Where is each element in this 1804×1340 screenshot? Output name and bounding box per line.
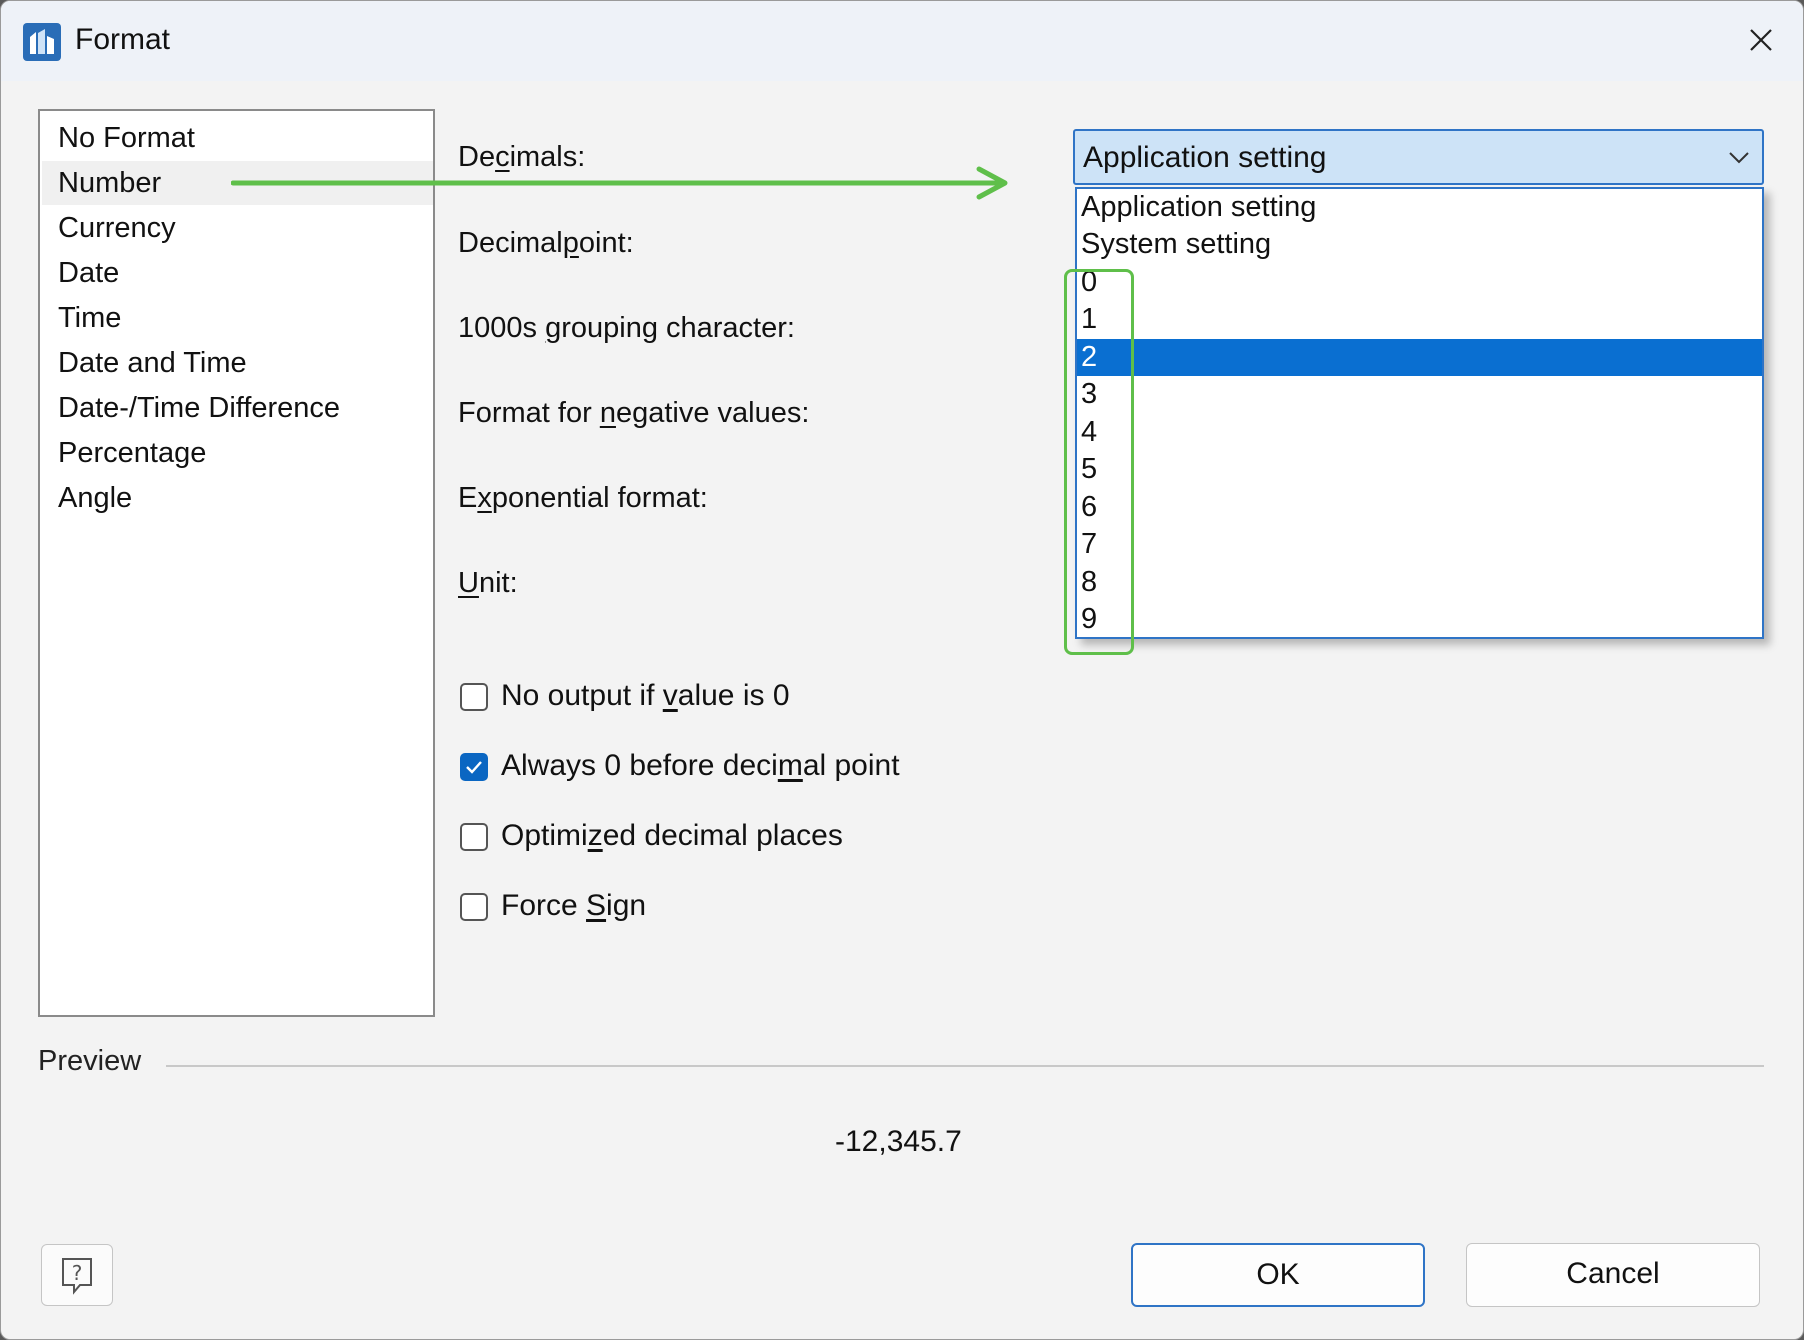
always-zero-label[interactable]: Always 0 before decimal point [501,749,900,783]
dropdown-option-8[interactable]: 8 [1077,564,1762,601]
close-button[interactable] [1733,15,1787,65]
app-icon [23,23,61,61]
category-time[interactable]: Time [42,296,433,340]
optimized-decimals-checkbox[interactable] [460,823,488,851]
dropdown-option-7[interactable]: 7 [1077,526,1762,563]
dropdown-option-6[interactable]: 6 [1077,489,1762,526]
category-date-and-time[interactable]: Date and Time [42,341,433,385]
preview-value: -12,345.7 [835,1125,962,1158]
category-date[interactable]: Date [42,251,433,295]
dropdown-option-4[interactable]: 4 [1077,414,1762,451]
window-title: Format [75,23,171,56]
dropdown-option-system-setting[interactable]: System setting [1077,226,1762,263]
decimals-combobox[interactable]: Application setting [1073,129,1764,185]
annotation-arrow [231,166,1008,200]
decimals-dropdown-list[interactable]: Application setting System setting 0 1 2… [1075,187,1764,639]
dropdown-option-application-setting[interactable]: Application setting [1077,189,1762,226]
always-zero-checkbox[interactable] [460,753,488,781]
preview-label: Preview [38,1045,142,1077]
chevron-down-icon [1729,152,1749,164]
title-bar: Format [1,1,1803,81]
optimized-decimals-label[interactable]: Optimized decimal places [501,819,843,853]
help-icon: ? [62,1258,92,1295]
help-button[interactable]: ? [41,1244,113,1306]
no-output-label[interactable]: No output if value is 0 [501,679,790,713]
category-percentage[interactable]: Percentage [42,431,433,475]
decimalpoint-label: Decimalpoint: [458,227,634,259]
dropdown-option-1[interactable]: 1 [1077,301,1762,338]
dropdown-option-3[interactable]: 3 [1077,376,1762,413]
exponential-format-label: Exponential format: [458,482,708,514]
ok-button[interactable]: OK [1131,1243,1425,1307]
checkmark-icon [466,761,482,774]
dropdown-option-2[interactable]: 2 [1077,339,1762,376]
cancel-button[interactable]: Cancel [1466,1243,1760,1307]
dropdown-option-5[interactable]: 5 [1077,451,1762,488]
decimals-selected-value: Application setting [1083,141,1327,174]
svg-text:?: ? [72,1261,83,1285]
format-dialog: Format No Format Number Currency Date Ti… [0,0,1804,1340]
preview-divider [166,1065,1764,1067]
no-output-checkbox[interactable] [460,683,488,711]
category-angle[interactable]: Angle [42,476,433,520]
negative-values-label: Format for negative values: [458,397,810,429]
close-icon [1750,29,1772,51]
grouping-character-label: 1000s grouping character: [458,312,795,344]
force-sign-checkbox[interactable] [460,893,488,921]
force-sign-label[interactable]: Force Sign [501,889,646,923]
category-no-format[interactable]: No Format [42,116,433,160]
category-date-time-difference[interactable]: Date-/Time Difference [42,386,433,430]
category-currency[interactable]: Currency [42,206,433,250]
unit-label: Unit: [458,567,518,599]
format-category-list[interactable]: No Format Number Currency Date Time Date… [38,109,435,1017]
dropdown-option-9[interactable]: 9 [1077,601,1762,638]
dropdown-option-0[interactable]: 0 [1077,264,1762,301]
